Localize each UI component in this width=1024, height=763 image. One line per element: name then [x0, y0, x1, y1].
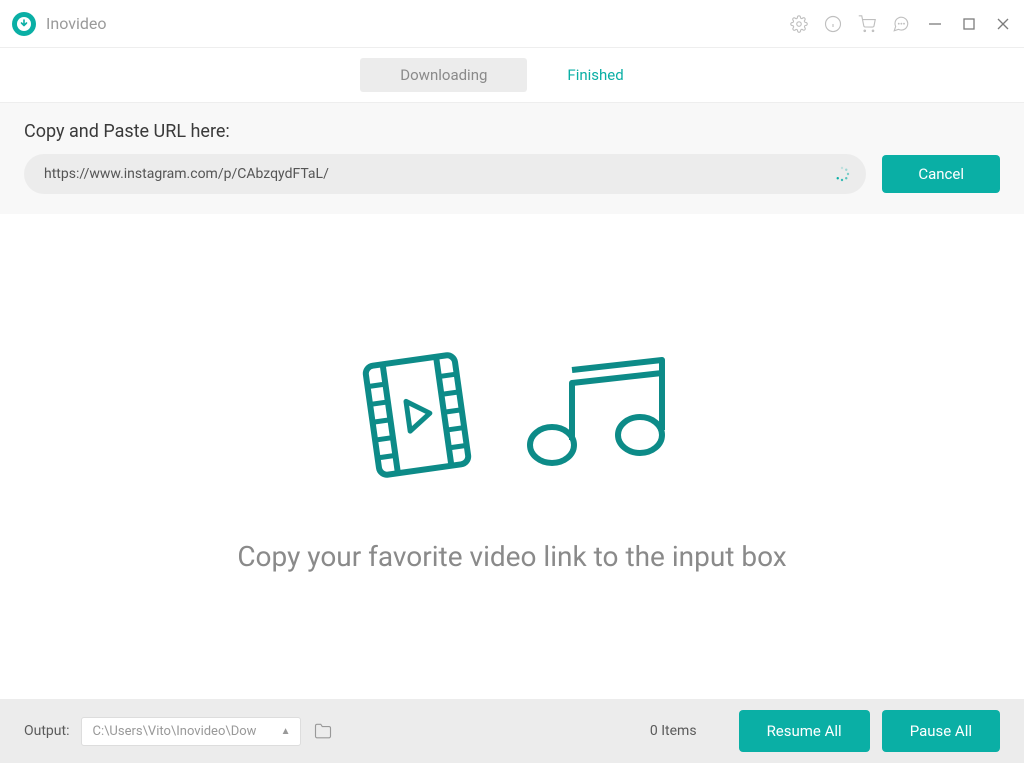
loading-spinner-icon — [834, 166, 850, 182]
feedback-icon[interactable] — [892, 15, 910, 33]
tab-bar: Downloading Finished — [0, 48, 1024, 103]
minimize-icon[interactable] — [926, 15, 944, 33]
items-count: 0 Items — [650, 723, 697, 739]
cart-icon[interactable] — [858, 15, 876, 33]
window-controls — [926, 15, 1012, 33]
output-path-selector[interactable]: C:\Users\Vito\Inovideo\Dow ▲ — [81, 717, 301, 746]
empty-state-text: Copy your favorite video link to the inp… — [237, 540, 786, 573]
gear-icon[interactable] — [790, 15, 808, 33]
resume-all-button[interactable]: Resume All — [739, 710, 870, 752]
output-path-text: C:\Users\Vito\Inovideo\Dow — [92, 724, 256, 739]
open-folder-icon[interactable] — [313, 721, 333, 741]
empty-state-illustration — [342, 340, 682, 490]
film-icon — [342, 340, 492, 490]
app-logo-icon — [12, 12, 36, 36]
url-input-wrapper — [24, 154, 866, 194]
tab-finished[interactable]: Finished — [527, 58, 663, 92]
url-input[interactable] — [24, 154, 866, 194]
tab-downloading[interactable]: Downloading — [360, 58, 527, 92]
pause-all-button[interactable]: Pause All — [882, 710, 1000, 752]
output-label: Output: — [24, 723, 69, 739]
app-name: Inovideo — [46, 14, 790, 33]
close-icon[interactable] — [994, 15, 1012, 33]
main-content: Copy your favorite video link to the inp… — [0, 214, 1024, 699]
cancel-button[interactable]: Cancel — [882, 155, 1000, 193]
chevron-up-icon: ▲ — [281, 726, 291, 737]
url-label: Copy and Paste URL here: — [24, 121, 1000, 142]
info-icon[interactable] — [824, 15, 842, 33]
titlebar-toolbar — [790, 15, 910, 33]
url-section: Copy and Paste URL here: Cancel — [0, 103, 1024, 214]
url-row: Cancel — [24, 154, 1000, 194]
music-note-icon — [512, 355, 682, 475]
maximize-icon[interactable] — [960, 15, 978, 33]
titlebar: Inovideo — [0, 0, 1024, 48]
footer: Output: C:\Users\Vito\Inovideo\Dow ▲ 0 I… — [0, 699, 1024, 763]
